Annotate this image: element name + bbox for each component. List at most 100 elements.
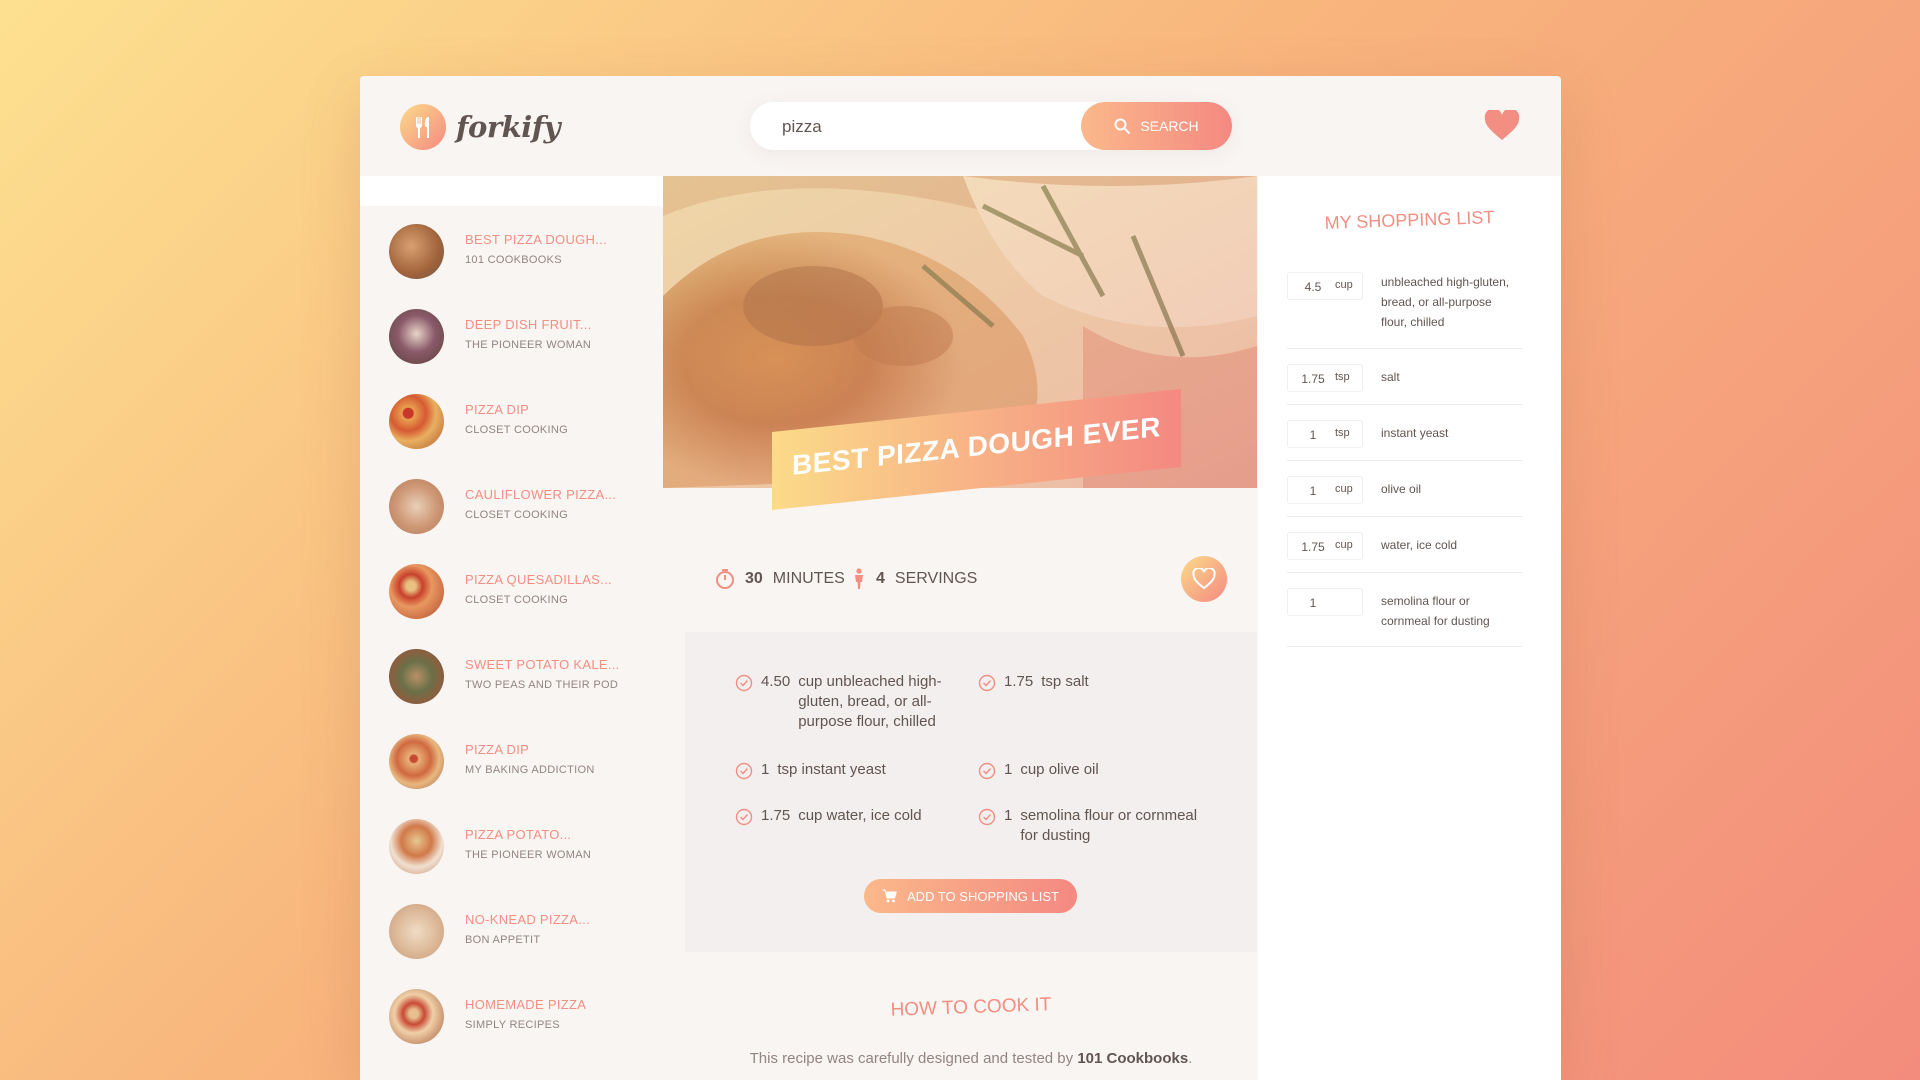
likes-heart-icon[interactable] [1484,110,1520,142]
shopping-item-unit: cup [1335,539,1353,551]
ingredient-quantity: 1.75 [761,807,791,824]
shopping-item-description: instant yeast [1381,426,1449,440]
stopwatch-icon [716,569,734,589]
forkify-app: forkify SEARCH BEST PIZZA DOUGH... 101 C… [360,76,1561,1080]
result-title: BEST PIZZA DOUGH... [465,232,607,247]
ingredient-description: tsp instant yeast [777,761,886,778]
directions-heading: HOW TO COOK IT [890,994,1052,1021]
ingredient-quantity: 1 [761,761,770,778]
check-icon [735,808,753,826]
result-thumbnail [389,564,444,619]
ingredient-item: 1 semolina flour or cornmeal for dusting [978,806,1208,846]
results-list: BEST PIZZA DOUGH... 101 COOKBOOKS DEEP D… [360,206,674,1080]
ingredient-item: 1 tsp instant yeast [735,760,965,780]
ingredient-item: 4.50 cup unbleached high-gluten, bread, … [735,672,965,732]
shopping-item: semolina flour or cornmeal for dusting [1287,588,1522,647]
shopping-list-title: MY SHOPPING LIST [1324,207,1495,233]
shopping-item-count-input[interactable] [1294,589,1332,617]
result-item[interactable]: SWEET POTATO KALE... TWO PEAS AND THEIR … [360,631,674,716]
search-input[interactable] [780,102,1064,152]
search-button[interactable]: SEARCH [1081,102,1232,150]
check-icon [735,674,753,692]
ingredient-description: tsp salt [1041,673,1089,690]
result-title: PIZZA POTATO... [465,827,572,842]
shopping-item-count: cup [1287,476,1363,505]
result-title: PIZZA DIP [465,742,530,757]
result-publisher: MY BAKING ADDICTION [465,764,595,776]
recipe-panel: BEST PIZZA DOUGH EVER 30 MINUTES 4 SERVI… [663,176,1257,1080]
result-publisher: THE PIONEER WOMAN [465,339,592,351]
directions-publisher: 101 Cookbooks [1077,1050,1189,1067]
shopping-item: tsp salt [1287,364,1522,405]
fork-knife-icon [400,104,446,150]
result-title: HOMEMADE PIZZA [465,997,587,1012]
ingredient-quantity: 1 [1004,807,1013,824]
bookmark-button[interactable] [1181,556,1227,602]
result-title: SWEET POTATO KALE... [465,657,620,672]
shopping-item-count-input[interactable] [1294,365,1332,393]
result-thumbnail [389,904,444,959]
result-publisher: CLOSET COOKING [465,594,569,606]
ingredient-quantity: 4.50 [761,673,791,690]
result-item[interactable]: PIZZA DIP CLOSET COOKING [360,376,674,461]
ingredient-description: cup unbleached high-gluten, bread, or al… [798,673,942,730]
shopping-item-count-input[interactable] [1294,421,1332,449]
result-publisher: THE PIONEER WOMAN [465,849,592,861]
search-results: BEST PIZZA DOUGH... 101 COOKBOOKS DEEP D… [360,176,674,1080]
recipe-time: 30 MINUTES [715,568,845,590]
result-item[interactable]: NO-KNEAD PIZZA... BON APPETIT [360,886,674,971]
result-thumbnail [389,479,444,534]
shopping-item-count-input[interactable] [1294,533,1332,561]
result-thumbnail [389,394,444,449]
ingredient-description: cup olive oil [1020,761,1099,778]
shopping-item-description: water, ice cold [1381,538,1458,552]
ingredient-quantity: 1 [1004,761,1013,778]
shopping-item: tsp instant yeast [1287,420,1522,461]
result-thumbnail [389,819,444,874]
check-icon [735,762,753,780]
logo[interactable]: forkify [400,104,561,150]
recipe-servings: 4 SERVINGS [852,568,977,590]
result-item[interactable]: DEEP DISH FRUIT... THE PIONEER WOMAN [360,291,674,376]
result-title: PIZZA DIP [465,402,530,417]
shopping-item-description: olive oil [1381,482,1422,496]
result-thumbnail [389,309,444,364]
shopping-list: MY SHOPPING LIST cup unbleached high-glu… [1258,176,1561,1080]
result-item[interactable]: HOMEMADE PIZZA SIMPLY RECIPES [360,971,674,1056]
logo-text: forkify [456,110,561,144]
shopping-item-count: tsp [1287,364,1363,393]
shopping-item-count-input[interactable] [1294,477,1332,505]
add-to-shopping-list-button[interactable]: ADD TO SHOPPING LIST [864,879,1077,913]
result-publisher: BON APPETIT [465,934,541,946]
result-thumbnail [389,989,444,1044]
shopping-item-description: unbleached high-gluten, bread, or all-pu… [1381,275,1510,329]
shopping-item-count: cup [1287,272,1363,301]
shopping-item: cup water, ice cold [1287,532,1522,573]
check-icon [978,674,996,692]
result-thumbnail [389,734,444,789]
result-publisher: CLOSET COOKING [465,424,569,436]
result-item[interactable]: PIZZA QUESADILLAS... CLOSET COOKING [360,546,674,631]
result-item[interactable]: BEST PIZZA DOUGH... 101 COOKBOOKS [360,206,674,291]
shopping-item-count: cup [1287,532,1363,561]
shopping-item: cup olive oil [1287,476,1522,517]
shopping-item-description: semolina flour or cornmeal for dusting [1381,594,1490,628]
search-icon [1114,118,1131,134]
result-item[interactable]: PIZZA POTATO... THE PIONEER WOMAN [360,801,674,886]
cart-icon [882,889,897,903]
directions-text: This recipe was carefully designed and t… [749,1050,1193,1067]
ingredient-description: cup water, ice cold [798,807,922,824]
result-item[interactable]: CAULIFLOWER PIZZA... CLOSET COOKING [360,461,674,546]
person-icon [855,568,863,589]
recipe-minutes: 30 [745,570,763,587]
shopping-item-count-input[interactable] [1294,273,1332,301]
ingredient-item: 1 cup olive oil [978,760,1208,780]
result-item[interactable]: PIZZA DIP MY BAKING ADDICTION [360,716,674,801]
shopping-item-count [1287,588,1363,617]
shopping-item-count: tsp [1287,420,1363,449]
ingredient-description: semolina flour or cornmeal for dusting [1020,807,1198,844]
add-to-shopping-list-label: ADD TO SHOPPING LIST [907,888,1059,904]
result-thumbnail [389,649,444,704]
recipe-ingredients: 4.50 cup unbleached high-gluten, bread, … [685,632,1257,952]
result-publisher: SIMPLY RECIPES [465,1019,560,1031]
